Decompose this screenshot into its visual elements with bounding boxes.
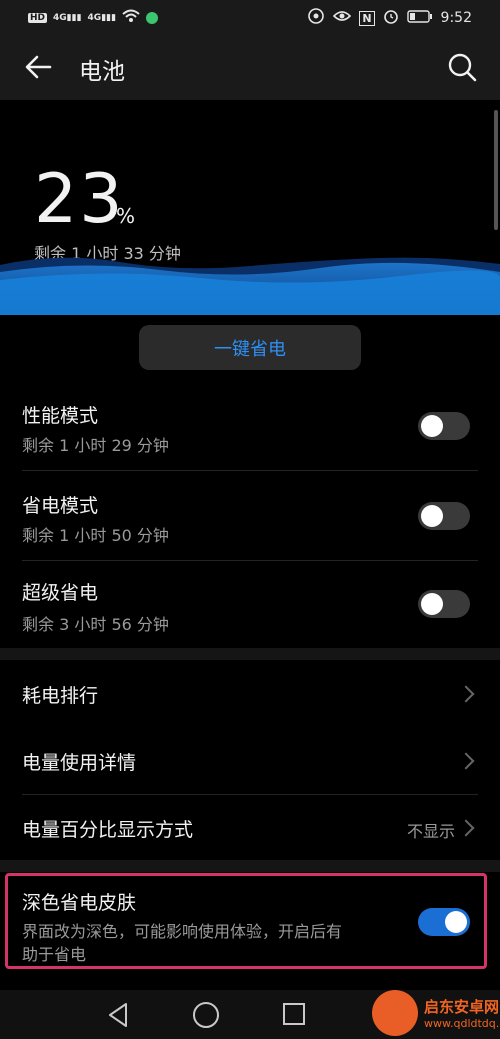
chevron-right-icon [457,819,475,837]
mode-subtitle: 剩余 3 小时 56 分钟 [22,615,169,634]
watermark-url: www.qdldtdq.com [424,1017,500,1030]
mode-subtitle: 剩余 1 小时 50 分钟 [22,526,169,545]
watermark-logo: 启东安卓网 www.qdldtdq.com [360,990,500,1039]
list-item-percentage-display[interactable]: 电量百分比显示方式 不显示 [0,795,500,860]
list-item-label: 电量百分比显示方式 [22,819,194,841]
scrollbar[interactable] [494,110,498,230]
hd-indicator: HD [28,13,48,23]
network-type-2: 4G [87,13,102,23]
battery-percent-sign: % [116,204,136,228]
section-separator [0,860,500,872]
percentage-display-value: 不显示 [406,822,455,841]
mode-row-power-saving[interactable]: 省电模式 剩余 1 小时 50 分钟 [0,475,500,560]
list-item-label: 电量使用详情 [22,752,137,774]
highlight-box [5,873,487,969]
wifi-icon [122,9,140,27]
toggle-knob [421,593,443,615]
mode-title: 省电模式 [22,495,99,517]
signal-icon: 4G▮▮▮ [53,13,82,23]
performance-mode-toggle[interactable] [418,412,470,440]
one-key-save-button[interactable]: 一键省电 [139,325,361,370]
clock: 9:52 [440,10,472,26]
eye-icon [333,9,352,27]
app-bar: 电池 [0,34,500,100]
mode-title: 超级省电 [22,582,99,604]
search-icon[interactable] [446,51,478,83]
network-type: 4G [53,13,67,23]
watermark-name: 启东安卓网 [424,998,500,1016]
back-arrow-icon[interactable] [22,51,54,83]
status-bar: HD 4G▮▮▮ 4G▮▮▮ N 9:52 [0,0,500,34]
nav-recent-apps-icon[interactable] [283,1003,305,1025]
divider [22,470,478,471]
mode-row-performance[interactable]: 性能模式 剩余 1 小时 29 分钟 [0,385,500,470]
page-title: 电池 [79,59,125,85]
section-separator [0,648,500,660]
mode-title: 性能模式 [22,405,99,427]
app-status-icon [146,12,159,24]
nav-home-icon[interactable] [193,1002,219,1028]
alarm-icon [383,8,399,28]
watermark-logo-icon [372,990,418,1036]
nfc-icon: N [359,10,375,26]
nav-back-icon[interactable] [106,1002,130,1032]
list-item-label: 耗电排行 [22,685,99,707]
battery-wave-graphic [0,257,500,315]
list-item-usage-details[interactable]: 电量使用详情 [0,727,500,794]
divider [22,560,478,561]
chevron-right-icon [457,752,475,770]
ultra-power-saving-toggle[interactable] [418,590,470,618]
chevron-right-icon [457,685,475,703]
mode-row-ultra-saving[interactable]: 超级省电 剩余 3 小时 56 分钟 [0,565,500,650]
eye-comfort-icon [307,8,325,28]
mode-subtitle: 剩余 1 小时 29 分钟 [22,436,169,455]
list-item-power-ranking[interactable]: 耗电排行 [0,660,500,727]
toggle-knob [421,505,443,527]
battery-hero: 23 % 剩余 1 小时 33 分钟 [0,100,500,315]
signal-icon-2: 4G▮▮▮ [87,13,117,23]
toggle-knob [421,415,443,437]
power-saving-mode-toggle[interactable] [418,502,470,530]
battery-percent: 23 [34,160,125,239]
battery-icon [406,9,433,27]
